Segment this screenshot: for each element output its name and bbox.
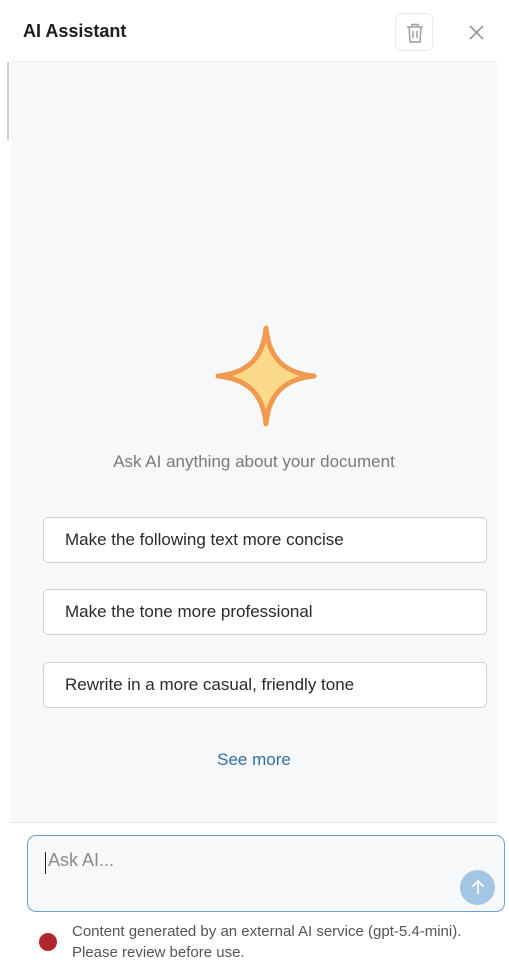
left-edge <box>0 0 11 971</box>
text-caret <box>45 852 46 874</box>
ai-assistant-panel: AI Assistant Ask AI anything about your … <box>0 0 509 972</box>
close-button[interactable] <box>462 17 492 47</box>
panel-header: AI Assistant <box>11 4 497 62</box>
trash-icon <box>407 23 423 43</box>
scrollbar-mark <box>7 62 9 140</box>
status-indicator <box>39 933 57 951</box>
chat-body: Ask AI anything about your document Make… <box>11 62 497 822</box>
panel-title: AI Assistant <box>23 21 127 41</box>
ask-ai-input[interactable]: Ask AI... <box>27 835 505 912</box>
send-button[interactable] <box>460 870 495 905</box>
close-icon <box>469 25 484 40</box>
empty-state-prompt: Ask AI anything about your document <box>113 452 395 471</box>
see-more-link[interactable]: See more <box>11 750 497 770</box>
input-placeholder: Ask AI... <box>48 850 115 870</box>
ai-disclaimer: Content generated by an external AI serv… <box>72 923 462 961</box>
sparkle-icon <box>214 324 318 433</box>
suggestion-professional[interactable]: Make the tone more professional <box>43 589 487 635</box>
arrow-up-icon <box>471 879 485 894</box>
suggestion-casual[interactable]: Rewrite in a more casual, friendly tone <box>43 662 487 708</box>
clear-chat-button[interactable] <box>395 13 433 51</box>
composer-area: Ask AI... Content generated by an extern… <box>11 822 505 972</box>
suggestion-concise[interactable]: Make the following text more concise <box>43 517 487 563</box>
